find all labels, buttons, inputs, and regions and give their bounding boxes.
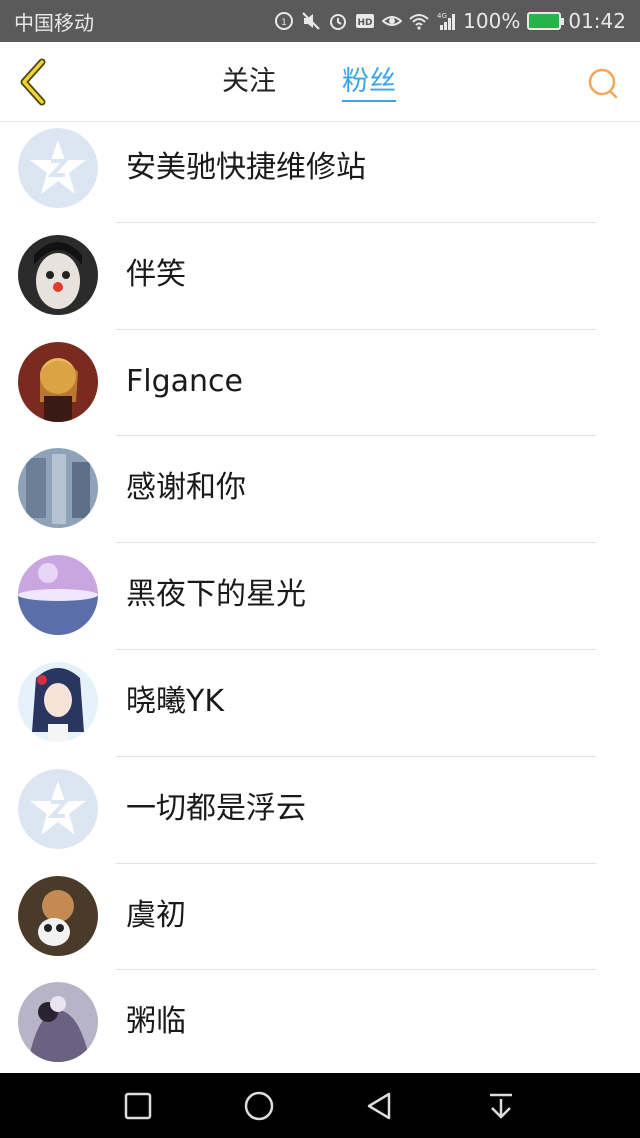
photo-avatar (18, 234, 98, 315)
photo-avatar (18, 982, 98, 1063)
photo-avatar (18, 448, 98, 529)
search-button[interactable] (586, 66, 620, 100)
fan-list: 安美驰快捷维修站 伴笑 Flgance 感谢和你 黑夜下的星光 晓曦YK 一切都… (0, 116, 640, 1077)
back-icon (367, 1092, 391, 1120)
battery-icon (527, 12, 565, 30)
fan-name: 黑夜下的星光 (126, 577, 306, 613)
battery-percent: 100% (463, 9, 521, 33)
list-item[interactable]: 感谢和你 (0, 436, 640, 544)
clock: 01:42 (568, 9, 626, 33)
header: 关注 粉丝 (0, 42, 640, 122)
tab-follow[interactable]: 关注 (222, 64, 276, 102)
system-back-button[interactable] (362, 1089, 396, 1123)
photo-avatar (18, 661, 98, 742)
svg-text:4G: 4G (437, 12, 447, 20)
wifi-icon (409, 11, 429, 31)
photo-avatar (18, 555, 98, 636)
list-item[interactable]: 伴笑 (0, 223, 640, 330)
list-item[interactable]: 粥临 (0, 970, 640, 1077)
notification-pull-button[interactable] (484, 1089, 518, 1123)
home-button[interactable] (242, 1089, 276, 1123)
list-item[interactable]: 黑夜下的星光 (0, 543, 640, 650)
fan-name: 晓曦YK (126, 683, 224, 719)
signal-icon: 4G (436, 11, 456, 31)
fan-name: 一切都是浮云 (126, 790, 306, 826)
back-button[interactable] (14, 58, 54, 106)
carrier-label: 中国移动 (14, 10, 94, 35)
chevron-left-icon (20, 58, 46, 106)
list-item[interactable]: 安美驰快捷维修站 (0, 116, 640, 223)
alarm-icon (328, 11, 348, 31)
recent-apps-icon (124, 1092, 152, 1120)
svg-text:HD: HD (358, 18, 373, 28)
fan-name: Flgance (126, 363, 243, 399)
list-item[interactable]: 虞初 (0, 864, 640, 971)
fan-name: 粥临 (126, 1004, 186, 1040)
fan-name: 安美驰快捷维修站 (126, 150, 366, 185)
search-icon (588, 68, 618, 99)
svg-text:1: 1 (281, 18, 287, 28)
hd-icon: HD (355, 11, 375, 31)
status-icons: 1 HD 4G 100% 01:42 (274, 9, 626, 33)
fan-name: 虞初 (126, 897, 186, 933)
default-avatar (18, 128, 98, 208)
photo-avatar (18, 341, 98, 422)
mute-icon (301, 11, 321, 31)
notification-pull-icon (490, 1093, 512, 1119)
list-item[interactable]: 晓曦YK (0, 650, 640, 757)
navigation-bar (0, 1073, 640, 1138)
list-item[interactable]: Flgance (0, 330, 640, 437)
default-avatar (18, 768, 98, 849)
photo-avatar (18, 875, 98, 956)
data-saver-icon: 1 (274, 11, 294, 31)
fan-name: 感谢和你 (126, 470, 246, 506)
eye-icon (382, 11, 403, 31)
status-bar: 中国移动 1 HD 4G 100% 01:42 (0, 0, 640, 42)
list-item[interactable]: 一切都是浮云 (0, 757, 640, 864)
recent-apps-button[interactable] (121, 1089, 155, 1123)
home-icon (244, 1091, 274, 1121)
tab-fans[interactable]: 粉丝 (342, 64, 396, 102)
fan-name: 伴笑 (126, 256, 186, 292)
